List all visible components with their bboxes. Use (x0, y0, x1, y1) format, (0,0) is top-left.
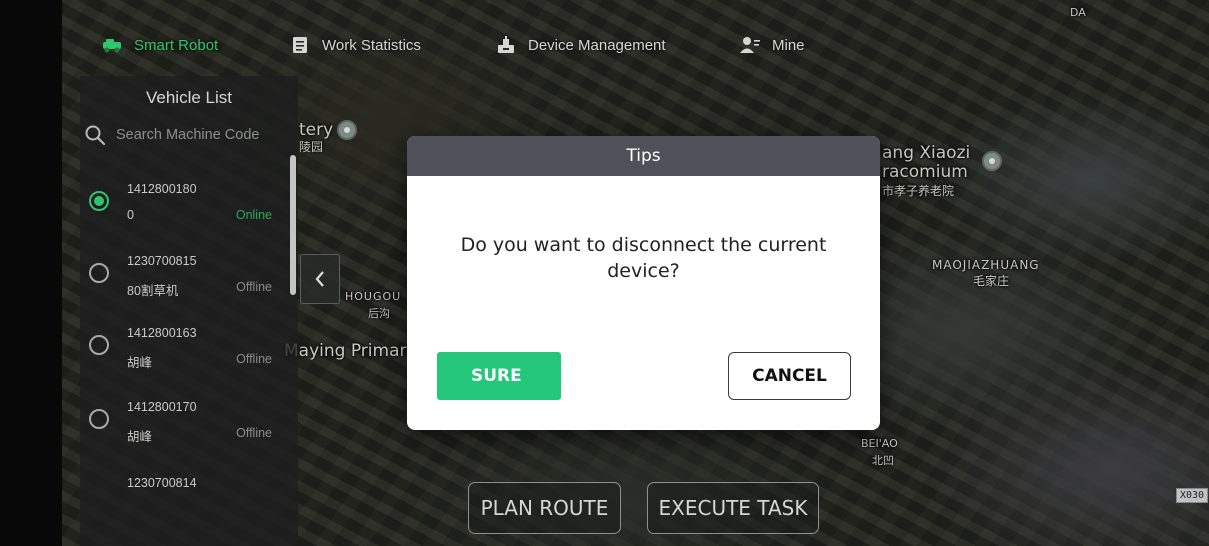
vehicle-status: Offline (236, 280, 272, 294)
map-label-xiaozi-cn: 市孝子养老院 (882, 184, 955, 198)
vehicle-name: 胡峰 (127, 430, 153, 444)
robot-icon (103, 39, 121, 53)
nav-label: Smart Robot (134, 36, 219, 54)
search-icon (85, 125, 106, 146)
vehicle-list-scrollbar[interactable] (290, 155, 296, 295)
execute-task-button[interactable]: EXECUTE TASK (647, 482, 819, 534)
dialog-title: Tips (407, 136, 880, 176)
clipboard-icon (293, 37, 307, 53)
map-label-beiao: BEI'AO (861, 437, 898, 450)
chevron-left-icon (315, 271, 324, 287)
vehicle-code: 1412800163 (127, 326, 197, 340)
nav-work-statistics[interactable]: Work Statistics (290, 36, 421, 54)
vehicle-list-item[interactable]: 1412800163 胡峰 Offline (80, 312, 290, 384)
vehicle-status: Offline (236, 352, 272, 366)
screen-bezel (0, 0, 62, 546)
vehicle-list-title: Vehicle List (146, 88, 232, 107)
vehicle-list-item[interactable]: 1412800180 0 Online (80, 168, 290, 240)
nav-smart-robot[interactable]: Smart Robot (102, 36, 218, 54)
vehicle-code: 1412800180 (127, 182, 197, 196)
vehicle-name: 80割草机 (127, 284, 179, 298)
dialog-message: Do you want to disconnect the current de… (460, 234, 827, 282)
vehicle-list-item[interactable]: 1230700815 80割草机 Offline (80, 240, 290, 312)
location-pin-icon[interactable] (982, 151, 1002, 171)
vehicle-list-panel: Vehicle List 1412800180 0 Online 1230700… (80, 76, 298, 546)
search-row (80, 124, 296, 146)
device-management-icon (498, 36, 514, 53)
disconnect-dialog: Tips Do you want to disconnect the curre… (407, 136, 880, 430)
nav-label: Work Statistics (322, 36, 421, 54)
map-label-xiaozi: ang Xiaozi (882, 143, 971, 163)
map-label-maojiazhuang-cn: 毛家庄 (973, 274, 1010, 288)
plan-route-button[interactable]: PLAN ROUTE (468, 482, 621, 534)
machine-code-search-input[interactable] (116, 127, 296, 143)
sure-button[interactable]: SURE (437, 352, 561, 400)
user-icon (740, 37, 760, 53)
cemetery-pin-icon[interactable] (337, 120, 357, 140)
nav-label: Device Management (528, 36, 666, 54)
nav-device-management[interactable]: Device Management (496, 36, 666, 54)
map-label-tery: tery (299, 120, 334, 140)
app-screen: tery 陵园 HOUGOU 后沟 Maying Primar ang Xiao… (0, 0, 1209, 546)
vehicle-list-item[interactable]: 1230700814 (80, 462, 290, 534)
road-badge: X030 (1176, 488, 1209, 503)
vehicle-radio[interactable] (89, 191, 109, 211)
vehicle-radio[interactable] (89, 409, 109, 429)
vehicle-code: 1412800170 (127, 400, 197, 414)
vehicle-name: 胡峰 (127, 356, 153, 370)
map-label-maying: Maying Primar (284, 341, 407, 361)
cancel-button[interactable]: CANCEL (728, 352, 851, 400)
vehicle-list-item[interactable]: 1412800170 胡峰 Offline (80, 386, 290, 458)
map-label-tery-cn: 陵园 (299, 140, 324, 154)
map-label-da: DA (1070, 6, 1086, 19)
vehicle-status: Online (235, 208, 272, 222)
map-label-hougou-cn: 后沟 (368, 307, 390, 320)
nav-mine[interactable]: Mine (740, 36, 805, 54)
vehicle-radio[interactable] (89, 263, 109, 283)
map-label-maojiazhuang: MAOJIAZHUANG (932, 258, 1040, 272)
vehicle-code: 1230700815 (127, 254, 197, 268)
vehicle-status: Offline (236, 426, 272, 440)
map-label-hougou: HOUGOU (345, 290, 402, 303)
map-label-xiaozi-2: racomium (882, 162, 968, 182)
map-label-beiao-cn: 北凹 (872, 454, 894, 467)
vehicle-name: 0 (127, 208, 134, 222)
collapse-panel-button[interactable] (300, 254, 340, 304)
nav-label: Mine (772, 36, 805, 54)
vehicle-code: 1230700814 (127, 476, 197, 490)
vehicle-radio[interactable] (89, 335, 109, 355)
